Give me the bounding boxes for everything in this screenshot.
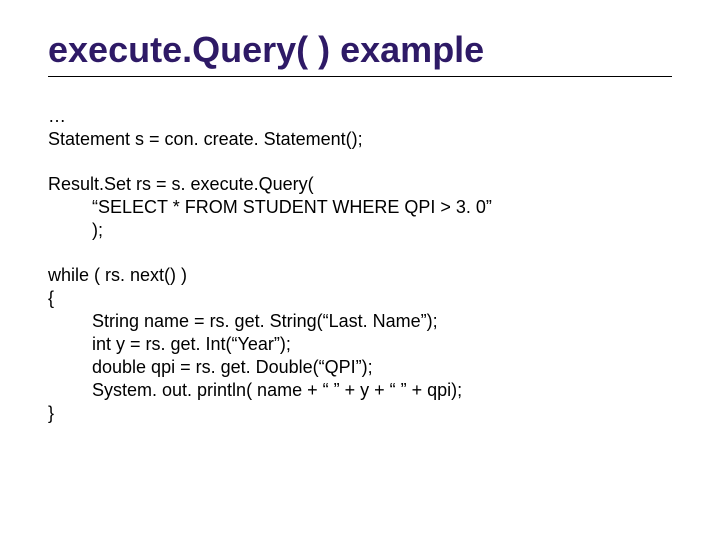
code-line-statement-decl: Statement s = con. create. Statement(); [48,128,672,151]
code-block-2: Result.Set rs = s. execute.Query( “SELEC… [48,173,672,242]
slide: execute.Query( ) example … Statement s =… [0,0,720,540]
code-block-3: while ( rs. next() ) { String name = rs.… [48,264,672,425]
code-line-paren-close: ); [48,219,672,242]
slide-title: execute.Query( ) example [48,30,672,70]
code-line-while: while ( rs. next() ) [48,264,672,287]
code-line-getstring: String name = rs. get. String(“Last. Nam… [48,310,672,333]
code-line-println: System. out. println( name + “ ” + y + “… [48,379,672,402]
title-container: execute.Query( ) example [48,30,672,77]
code-block-1: … Statement s = con. create. Statement()… [48,105,672,151]
code-line-getdouble: double qpi = rs. get. Double(“QPI”); [48,356,672,379]
code-line-brace-open: { [48,287,672,310]
code-line-resultset-decl: Result.Set rs = s. execute.Query( [48,173,672,196]
code-line-ellipsis: … [48,105,672,128]
code-line-sql: “SELECT * FROM STUDENT WHERE QPI > 3. 0” [48,196,672,219]
code-body: … Statement s = con. create. Statement()… [48,105,672,425]
code-line-getint: int y = rs. get. Int(“Year”); [48,333,672,356]
code-line-brace-close: } [48,402,672,425]
